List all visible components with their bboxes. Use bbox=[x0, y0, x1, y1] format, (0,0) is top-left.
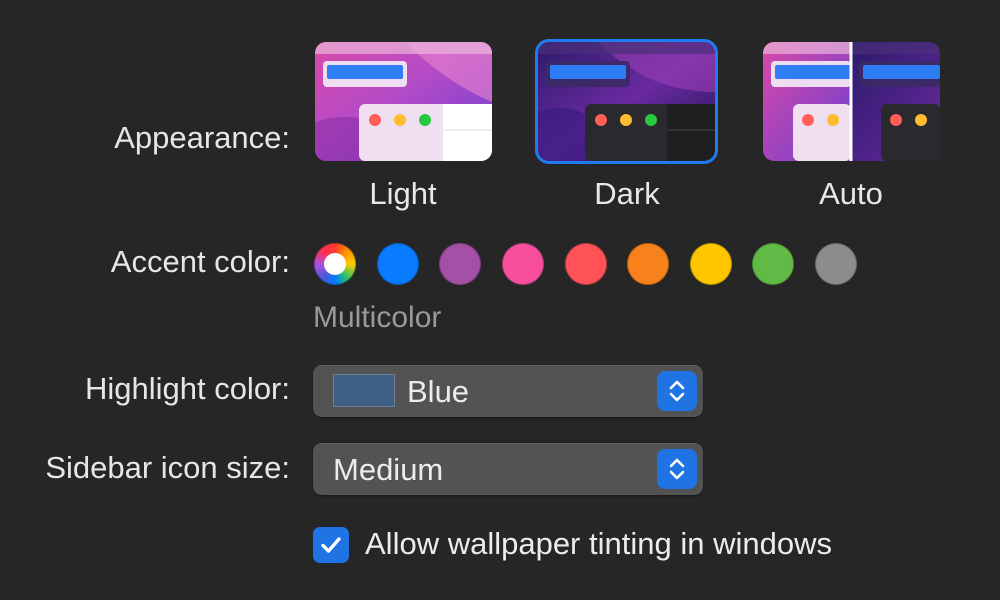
chevron-up-down-icon bbox=[669, 458, 685, 480]
sidebar-icon-size-label: Sidebar icon size: bbox=[45, 450, 290, 485]
highlight-color-popup[interactable]: Blue bbox=[313, 365, 703, 417]
appearance-dark-thumbnail[interactable] bbox=[535, 39, 718, 164]
accent-multicolor-swatch[interactable] bbox=[314, 243, 356, 285]
appearance-auto-label: Auto bbox=[819, 176, 883, 211]
appearance-light-thumbnail[interactable] bbox=[315, 42, 492, 161]
highlight-color-value: Blue bbox=[407, 374, 470, 409]
accent-red-swatch[interactable] bbox=[565, 243, 607, 285]
chevron-up-down-icon bbox=[669, 380, 685, 402]
popup-stepper-icon bbox=[657, 371, 697, 411]
accent-pink-swatch[interactable] bbox=[502, 243, 544, 285]
checkmark-icon bbox=[321, 537, 341, 553]
wallpaper-tinting-checkbox[interactable] bbox=[313, 527, 349, 563]
highlight-color-label: Highlight color: bbox=[84, 371, 290, 406]
wallpaper-tinting-label[interactable]: Allow wallpaper tinting in windows bbox=[365, 526, 832, 562]
appearance-auto-thumbnail[interactable] bbox=[763, 42, 940, 161]
accent-orange-swatch[interactable] bbox=[627, 243, 669, 285]
highlight-color-chip bbox=[333, 374, 395, 407]
appearance-preferences: Appearance: Light Dark Auto Accent color… bbox=[0, 0, 1000, 600]
accent-purple-swatch[interactable] bbox=[439, 243, 481, 285]
dark-preview-image bbox=[538, 42, 715, 161]
appearance-label: Appearance: bbox=[114, 120, 290, 155]
accent-selected-name: Multicolor bbox=[313, 301, 442, 334]
popup-stepper-icon bbox=[657, 449, 697, 489]
accent-blue-swatch[interactable] bbox=[377, 243, 419, 285]
appearance-light-label: Light bbox=[369, 176, 437, 211]
accent-yellow-swatch[interactable] bbox=[690, 243, 732, 285]
accent-graphite-swatch[interactable] bbox=[815, 243, 857, 285]
light-preview-image bbox=[315, 42, 492, 161]
sidebar-icon-size-popup[interactable]: Medium bbox=[313, 443, 703, 495]
appearance-dark-label: Dark bbox=[594, 176, 660, 211]
sidebar-icon-size-value: Medium bbox=[333, 452, 444, 487]
accent-color-label: Accent color: bbox=[110, 244, 290, 279]
auto-preview-image bbox=[763, 42, 940, 161]
accent-green-swatch[interactable] bbox=[752, 243, 794, 285]
